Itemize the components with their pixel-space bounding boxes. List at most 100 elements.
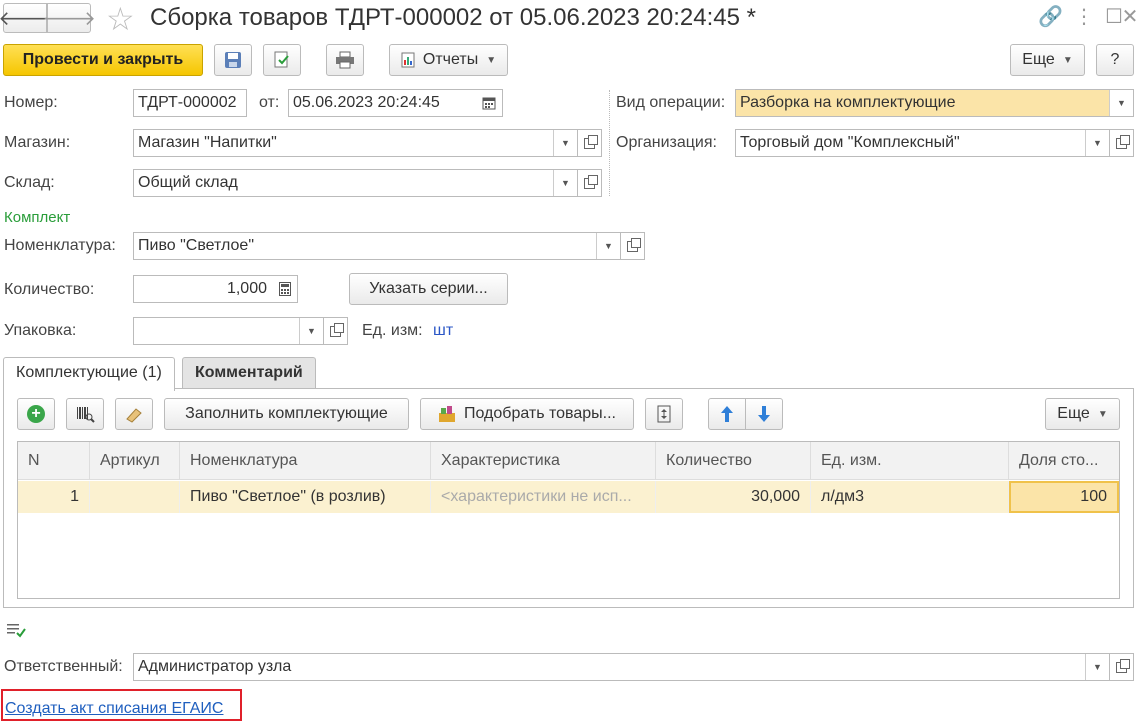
number-field[interactable]: ТДРТ-000002 (133, 89, 247, 117)
column-header-n[interactable]: N (18, 442, 90, 480)
components-table[interactable]: N Артикул Номенклатура Характеристика Ко… (17, 441, 1120, 599)
column-header-share[interactable]: Доля сто... (1009, 442, 1119, 480)
back-button[interactable]: 🡐 (0, 3, 52, 33)
operation-label: Вид операции: (616, 94, 726, 111)
warehouse-label: Склад: (4, 174, 55, 191)
operation-value: Разборка на комплектующие (740, 94, 956, 111)
post-button[interactable] (263, 44, 301, 76)
expand-rows-button[interactable] (645, 398, 683, 430)
chevron-down-icon[interactable]: ▼ (553, 170, 577, 196)
calendar-icon[interactable] (476, 90, 502, 116)
kit-item-field[interactable]: Пиво "Светлое" ▼ (133, 232, 621, 260)
kit-qty-value: 1,000 (226, 280, 267, 297)
close-icon[interactable]: ✕ (1118, 4, 1140, 29)
cell-characteristic[interactable]: <характеристики не исп... (431, 481, 656, 513)
more-button[interactable]: Еще ▼ (1010, 44, 1085, 76)
barcode-search-button[interactable] (66, 398, 104, 430)
specify-series-button[interactable]: Указать серии... (349, 273, 508, 305)
move-down-button[interactable] (745, 398, 783, 430)
open-kit-item-button[interactable] (621, 232, 645, 260)
kit-qty-label: Количество: (4, 281, 95, 298)
column-header-unit[interactable]: Ед. изм. (811, 442, 1009, 480)
open-pack-button[interactable] (324, 317, 348, 345)
kit-section-title: Комплект (4, 209, 71, 226)
operation-field[interactable]: Разборка на комплектующие ▼ (735, 89, 1134, 117)
expand-vertical-icon (657, 405, 671, 423)
save-button[interactable] (214, 44, 252, 76)
open-icon (627, 237, 641, 252)
link-icon[interactable]: 🔗 (1038, 4, 1063, 29)
open-organization-button[interactable] (1110, 129, 1134, 157)
open-icon (1116, 134, 1130, 149)
pick-goods-button[interactable]: Подобрать товары... (420, 398, 634, 430)
clear-button[interactable] (115, 398, 153, 430)
column-divider (609, 90, 610, 196)
cell-n[interactable]: 1 (18, 481, 90, 513)
table-more-button[interactable]: Еще ▼ (1045, 398, 1120, 430)
report-icon (401, 52, 415, 68)
date-field[interactable]: 05.06.2023 20:24:45 (288, 89, 503, 117)
forward-button[interactable]: 🡒 (42, 3, 96, 33)
cell-unit[interactable]: л/дм3 (811, 481, 1009, 513)
cell-article[interactable] (90, 481, 180, 513)
organization-field[interactable]: Торговый дом "Комплексный" ▼ (735, 129, 1110, 157)
unit-value: шт (433, 322, 454, 339)
pack-label: Упаковка: (4, 322, 77, 339)
kit-qty-field[interactable]: 1,000 (133, 275, 298, 303)
more-vertical-icon[interactable]: ⋮ (1072, 4, 1096, 29)
chevron-down-icon[interactable]: ▼ (1085, 654, 1109, 680)
post-document-icon (274, 51, 289, 68)
print-button[interactable] (326, 44, 364, 76)
arrow-right-icon: 🡒 (42, 7, 96, 30)
kit-item-label: Номенклатура: (4, 237, 116, 254)
arrow-up-icon (721, 406, 733, 422)
open-store-button[interactable] (578, 129, 602, 157)
chevron-down-icon[interactable]: ▼ (1085, 130, 1109, 156)
create-egais-writeoff-link[interactable]: Создать акт списания ЕГАИС (5, 700, 223, 718)
chevron-down-icon: ▼ (1062, 54, 1073, 66)
column-header-item[interactable]: Номенклатура (180, 442, 431, 480)
open-responsible-button[interactable] (1110, 653, 1134, 681)
cell-item[interactable]: Пиво "Светлое" (в розлив) (180, 481, 431, 513)
responsible-field[interactable]: Администратор узла ▼ (133, 653, 1110, 681)
chevron-down-icon[interactable]: ▼ (299, 318, 323, 344)
calculator-icon[interactable] (273, 276, 297, 302)
store-field[interactable]: Магазин "Напитки" ▼ (133, 129, 578, 157)
organization-value: Торговый дом "Комплексный" (740, 134, 960, 151)
reports-button[interactable]: Отчеты ▼ (389, 44, 508, 76)
chevron-down-icon[interactable]: ▼ (1109, 90, 1133, 116)
reports-label: Отчеты (422, 51, 479, 68)
help-button[interactable]: ? (1096, 44, 1134, 76)
move-up-button[interactable] (708, 398, 746, 430)
tab-components[interactable]: Комплектующие (1) (3, 357, 175, 391)
column-header-characteristic[interactable]: Характеристика (431, 442, 656, 480)
pick-goods-icon (439, 406, 455, 422)
cell-share[interactable]: 100 (1009, 481, 1119, 513)
save-icon (225, 52, 241, 68)
column-header-qty[interactable]: Количество (656, 442, 811, 480)
number-label: Номер: (4, 94, 58, 111)
column-header-article[interactable]: Артикул (90, 442, 180, 480)
table-row[interactable]: 1 Пиво "Светлое" (в розлив) <характерист… (18, 481, 1119, 513)
add-row-button[interactable]: + (17, 398, 55, 430)
date-label: от: (259, 94, 280, 111)
open-icon (330, 322, 344, 337)
star-icon[interactable]: ☆ (106, 0, 135, 38)
table-more-label: Еще (1057, 405, 1090, 422)
plus-icon: + (27, 405, 45, 423)
table-header: N Артикул Номенклатура Характеристика Ко… (18, 442, 1119, 480)
open-warehouse-button[interactable] (578, 169, 602, 197)
pack-field[interactable]: ▼ (133, 317, 324, 345)
chevron-down-icon[interactable]: ▼ (553, 130, 577, 156)
chevron-down-icon[interactable]: ▼ (596, 233, 620, 259)
cell-qty[interactable]: 30,000 (656, 481, 811, 513)
pick-goods-label: Подобрать товары... (464, 405, 616, 422)
warehouse-value: Общий склад (138, 174, 238, 191)
warehouse-field[interactable]: Общий склад ▼ (133, 169, 578, 197)
tab-comment[interactable]: Комментарий (182, 357, 316, 389)
more-label: Еще (1022, 51, 1055, 68)
organization-label: Организация: (616, 134, 717, 151)
fill-components-button[interactable]: Заполнить комплектующие (164, 398, 409, 430)
post-and-close-button[interactable]: Провести и закрыть (3, 44, 203, 76)
store-label: Магазин: (4, 134, 71, 151)
